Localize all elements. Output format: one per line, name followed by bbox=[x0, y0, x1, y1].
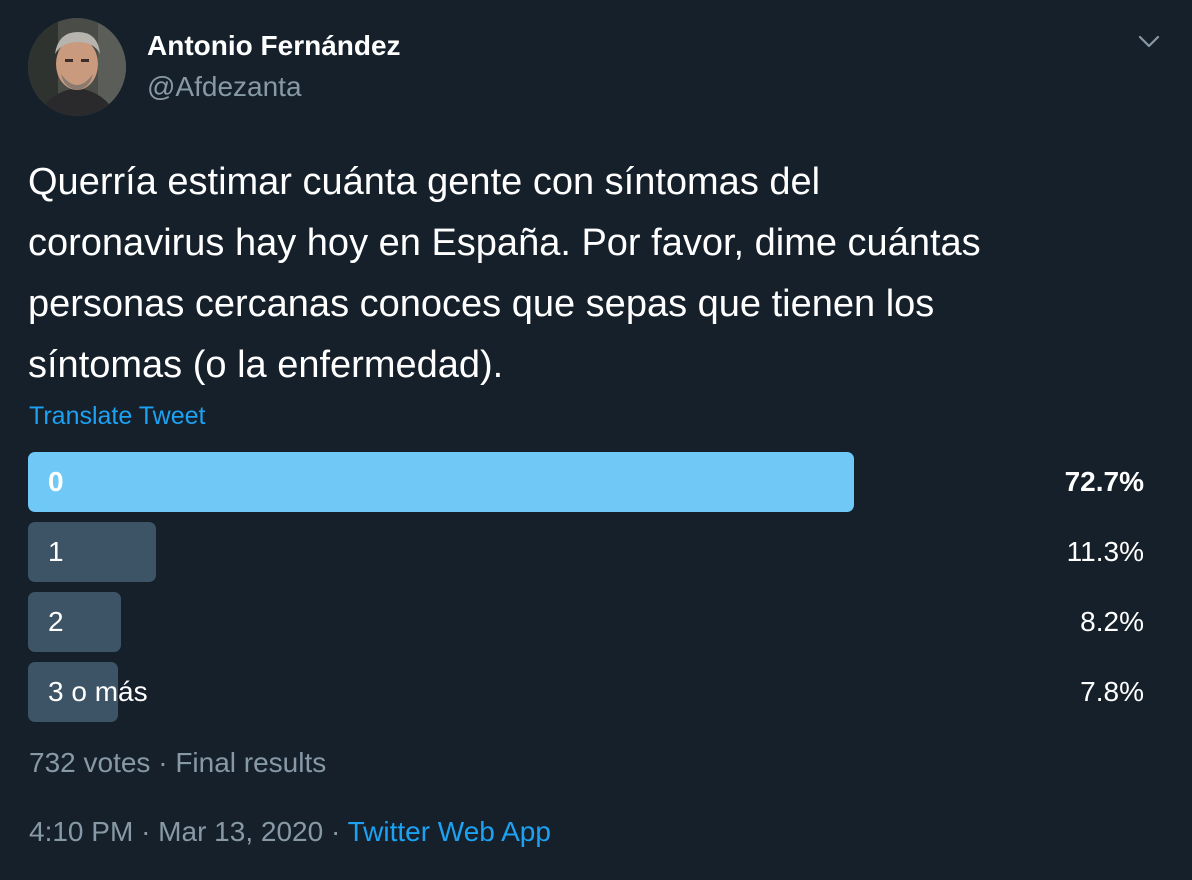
separator: · bbox=[330, 816, 341, 847]
poll: 0 72.7% 1 11.3% 2 8.2% 3 o más 7.8% bbox=[28, 452, 1144, 732]
tweet-time[interactable]: 4:10 PM bbox=[29, 816, 133, 847]
chevron-down-icon[interactable] bbox=[1132, 28, 1166, 56]
poll-option: 2 8.2% bbox=[28, 592, 1144, 652]
author-display-name[interactable]: Antonio Fernández bbox=[147, 28, 401, 64]
poll-option-percent: 8.2% bbox=[1080, 606, 1144, 637]
tweet-meta: 4:10 PM · Mar 13, 2020 · Twitter Web App bbox=[29, 815, 551, 849]
poll-option-percent: 72.7% bbox=[1064, 466, 1144, 497]
poll-vote-count: 732 votes bbox=[29, 747, 151, 778]
poll-option-label: 1 bbox=[48, 536, 64, 567]
poll-option: 1 11.3% bbox=[28, 522, 1144, 582]
poll-option: 0 72.7% bbox=[28, 452, 1144, 512]
tweet-date[interactable]: Mar 13, 2020 bbox=[158, 816, 323, 847]
poll-option: 3 o más 7.8% bbox=[28, 662, 1144, 722]
poll-option-percent: 11.3% bbox=[1066, 536, 1144, 567]
poll-option-percent: 7.8% bbox=[1080, 676, 1144, 707]
tweet-text: Querría estimar cuánta gente con síntoma… bbox=[28, 161, 981, 386]
poll-option-label: 0 bbox=[48, 466, 64, 497]
translate-tweet-link[interactable]: Translate Tweet bbox=[29, 400, 205, 432]
avatar[interactable] bbox=[28, 18, 126, 116]
separator: · bbox=[141, 816, 151, 847]
poll-option-bar bbox=[28, 592, 121, 652]
author-handle[interactable]: @Afdezanta bbox=[147, 69, 302, 105]
separator: · bbox=[158, 747, 168, 778]
poll-option-label: 3 o más bbox=[48, 676, 148, 707]
tweet-source-link[interactable]: Twitter Web App bbox=[348, 816, 551, 847]
poll-footer: 732 votes · Final results bbox=[29, 746, 326, 780]
poll-option-label: 2 bbox=[48, 606, 64, 637]
poll-status: Final results bbox=[175, 747, 327, 778]
poll-option-bar bbox=[28, 452, 854, 512]
avatar-image bbox=[28, 18, 126, 116]
